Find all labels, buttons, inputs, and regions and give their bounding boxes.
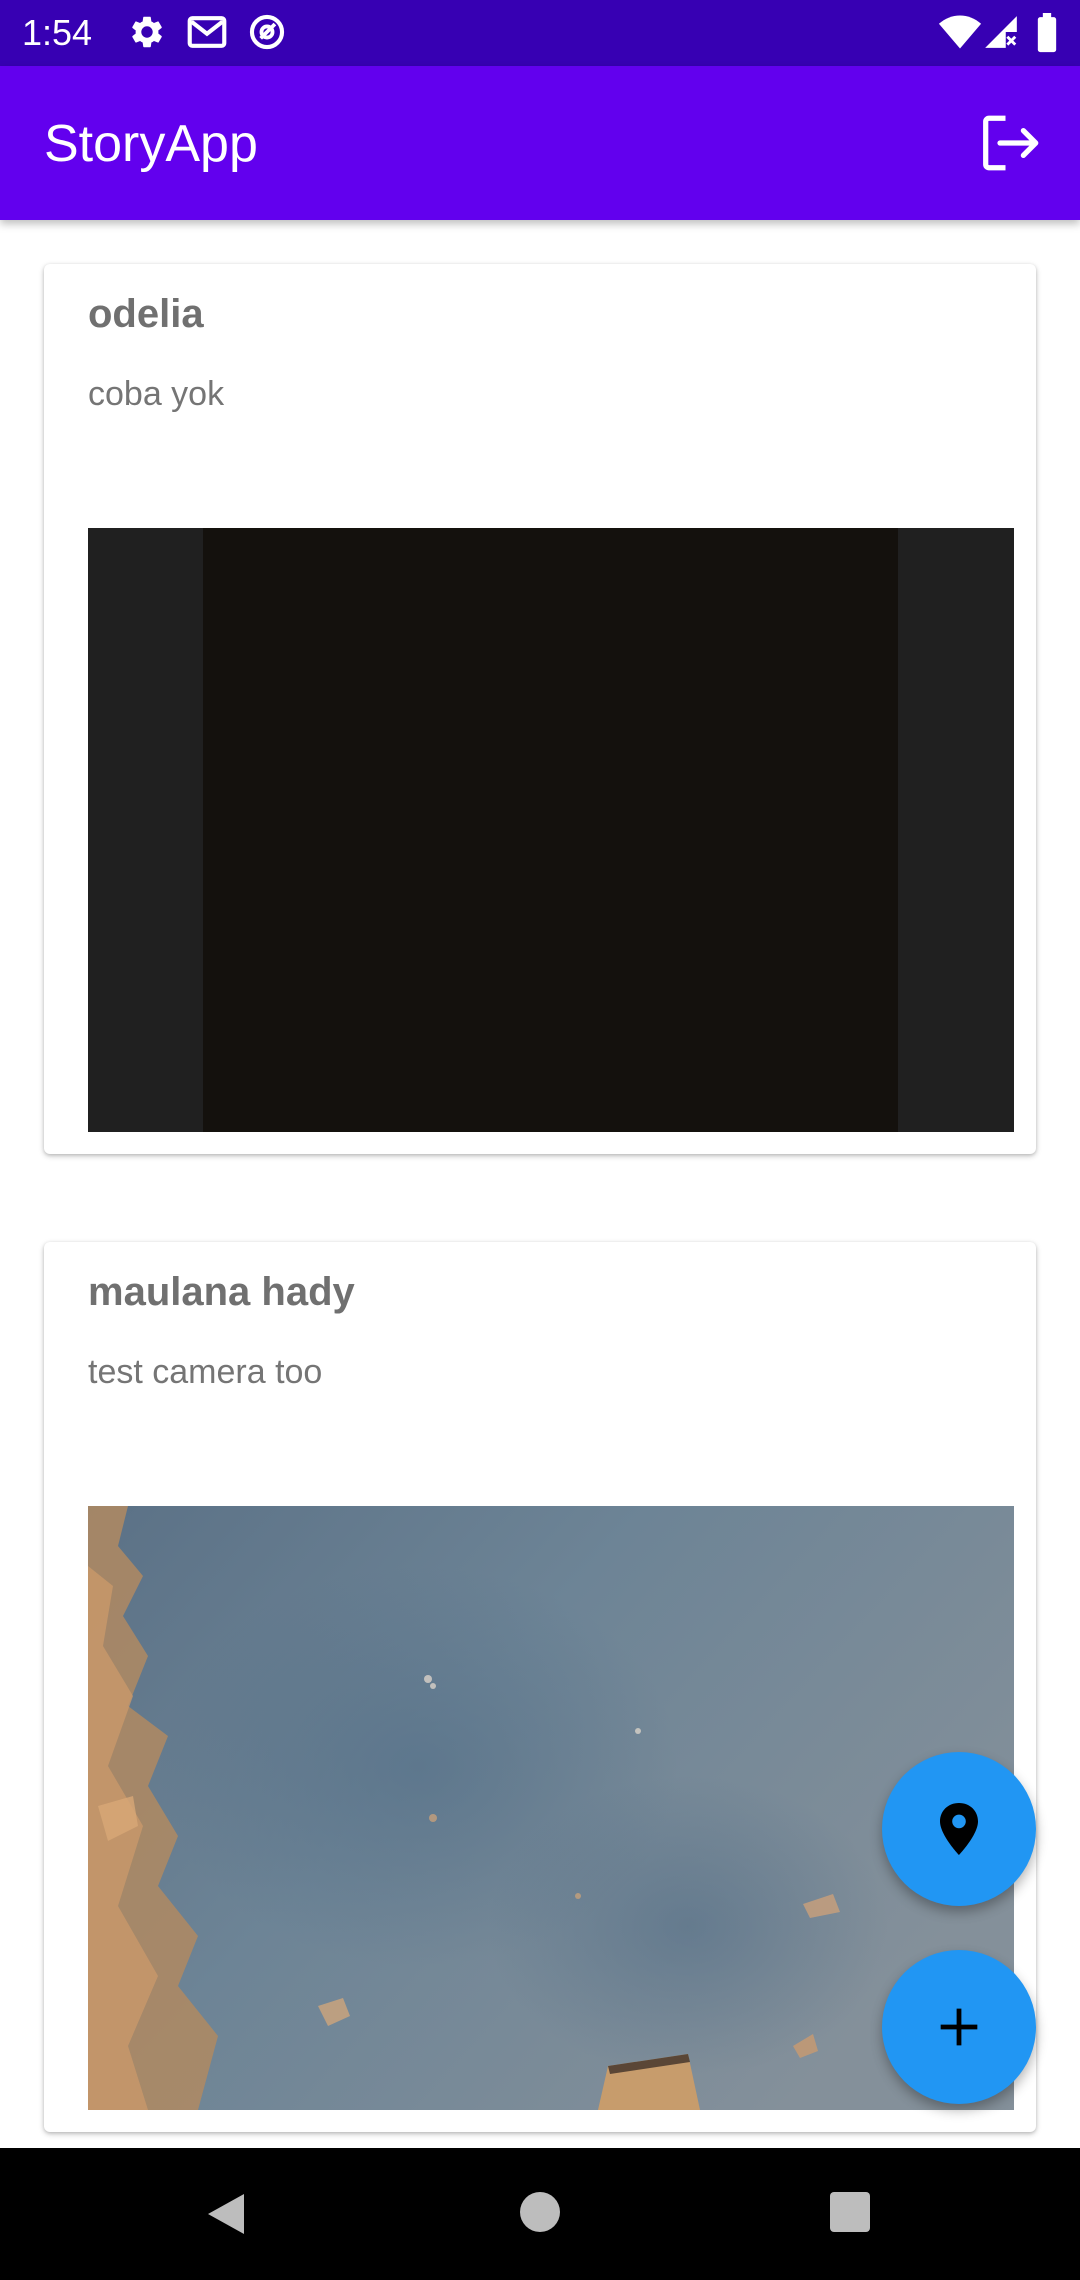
story-author: maulana hady <box>88 1270 355 1314</box>
navigation-bar <box>0 2148 1080 2280</box>
plus-icon <box>940 2008 978 2046</box>
story-photo <box>88 528 1014 1132</box>
map-fab[interactable] <box>882 1752 1036 1906</box>
app-bar: StoryApp <box>0 66 1080 220</box>
status-time: 1:54 <box>22 12 93 53</box>
story-photo <box>88 1506 1014 2110</box>
story-author: odelia <box>88 292 204 336</box>
wifi-icon <box>938 15 982 49</box>
app-title: StoryApp <box>44 115 258 173</box>
gear-icon <box>132 16 162 48</box>
recents-square-icon[interactable] <box>828 2190 872 2234</box>
status-bar: 1:54 <box>0 0 1080 66</box>
story-description: coba yok <box>88 375 225 413</box>
story-description: test camera too <box>88 1353 323 1391</box>
gmail-icon <box>187 16 227 48</box>
logout-icon <box>983 115 1039 171</box>
home-circle-icon[interactable] <box>518 2190 562 2234</box>
add-story-fab[interactable] <box>882 1950 1036 2104</box>
back-triangle-icon[interactable] <box>204 2190 248 2238</box>
logout-button[interactable] <box>978 110 1044 176</box>
story-card[interactable]: odelia coba yok <box>44 264 1036 1154</box>
signal-icon <box>985 16 1017 48</box>
at-sign-icon <box>249 14 285 50</box>
location-pin-icon <box>940 1803 978 1855</box>
battery-icon <box>1037 13 1057 53</box>
